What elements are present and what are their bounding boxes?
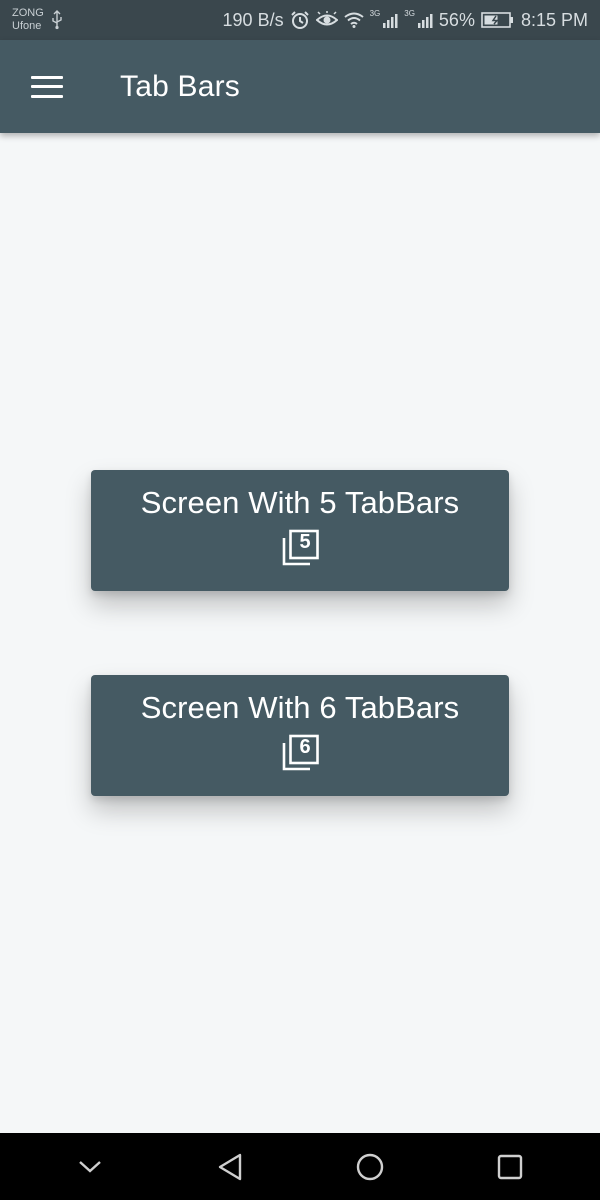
signal-2-tag: 3G <box>404 8 415 18</box>
chevron-down-icon[interactable] <box>60 1137 120 1197</box>
signal-icon <box>417 14 433 28</box>
status-indicators: 190 B/s 3G 3G 56% 8:15 PM <box>222 8 588 31</box>
filter-6-icon: 6 <box>281 734 319 772</box>
battery-percent: 56% <box>438 9 475 30</box>
button-label: Screen With 6 TabBars <box>140 690 460 725</box>
screen-5-tabbars-button[interactable]: Screen With 5 TabBars 5 <box>91 470 509 591</box>
carrier-names: ZONG Ufone <box>12 7 44 33</box>
network-speed: 190 B/s <box>222 9 284 30</box>
filter-number: 5 <box>299 531 311 553</box>
status-bar: ZONG Ufone 190 B/s 3G 3G 56% 8:15 PM <box>0 0 600 40</box>
back-icon[interactable] <box>200 1137 260 1197</box>
carrier-2: Ufone <box>12 20 42 32</box>
carrier-1: ZONG <box>12 7 44 19</box>
button-label: Screen With 5 TabBars <box>140 485 460 520</box>
screen-6-tabbars-button[interactable]: Screen With 6 TabBars 6 <box>91 675 509 796</box>
signal-icon <box>383 14 398 28</box>
eye-icon <box>315 11 338 26</box>
clock: 8:15 PM <box>520 9 588 30</box>
page-title: Tab Bars <box>120 69 240 103</box>
main-content: Screen With 5 TabBars 5 Screen With 6 Ta… <box>0 133 600 1133</box>
recents-icon[interactable] <box>480 1137 540 1197</box>
hamburger-menu-icon[interactable] <box>31 75 63 98</box>
home-icon[interactable] <box>340 1137 400 1197</box>
wifi-icon <box>343 12 364 28</box>
battery-charging-icon <box>481 12 513 28</box>
app-bar: Tab Bars <box>0 40 600 133</box>
alarm-icon <box>290 11 309 29</box>
filter-number: 6 <box>299 736 311 758</box>
filter-5-icon: 5 <box>281 529 319 567</box>
signal-1-tag: 3G <box>369 8 381 18</box>
system-nav-bar <box>0 1133 600 1200</box>
usb-icon <box>52 10 62 30</box>
